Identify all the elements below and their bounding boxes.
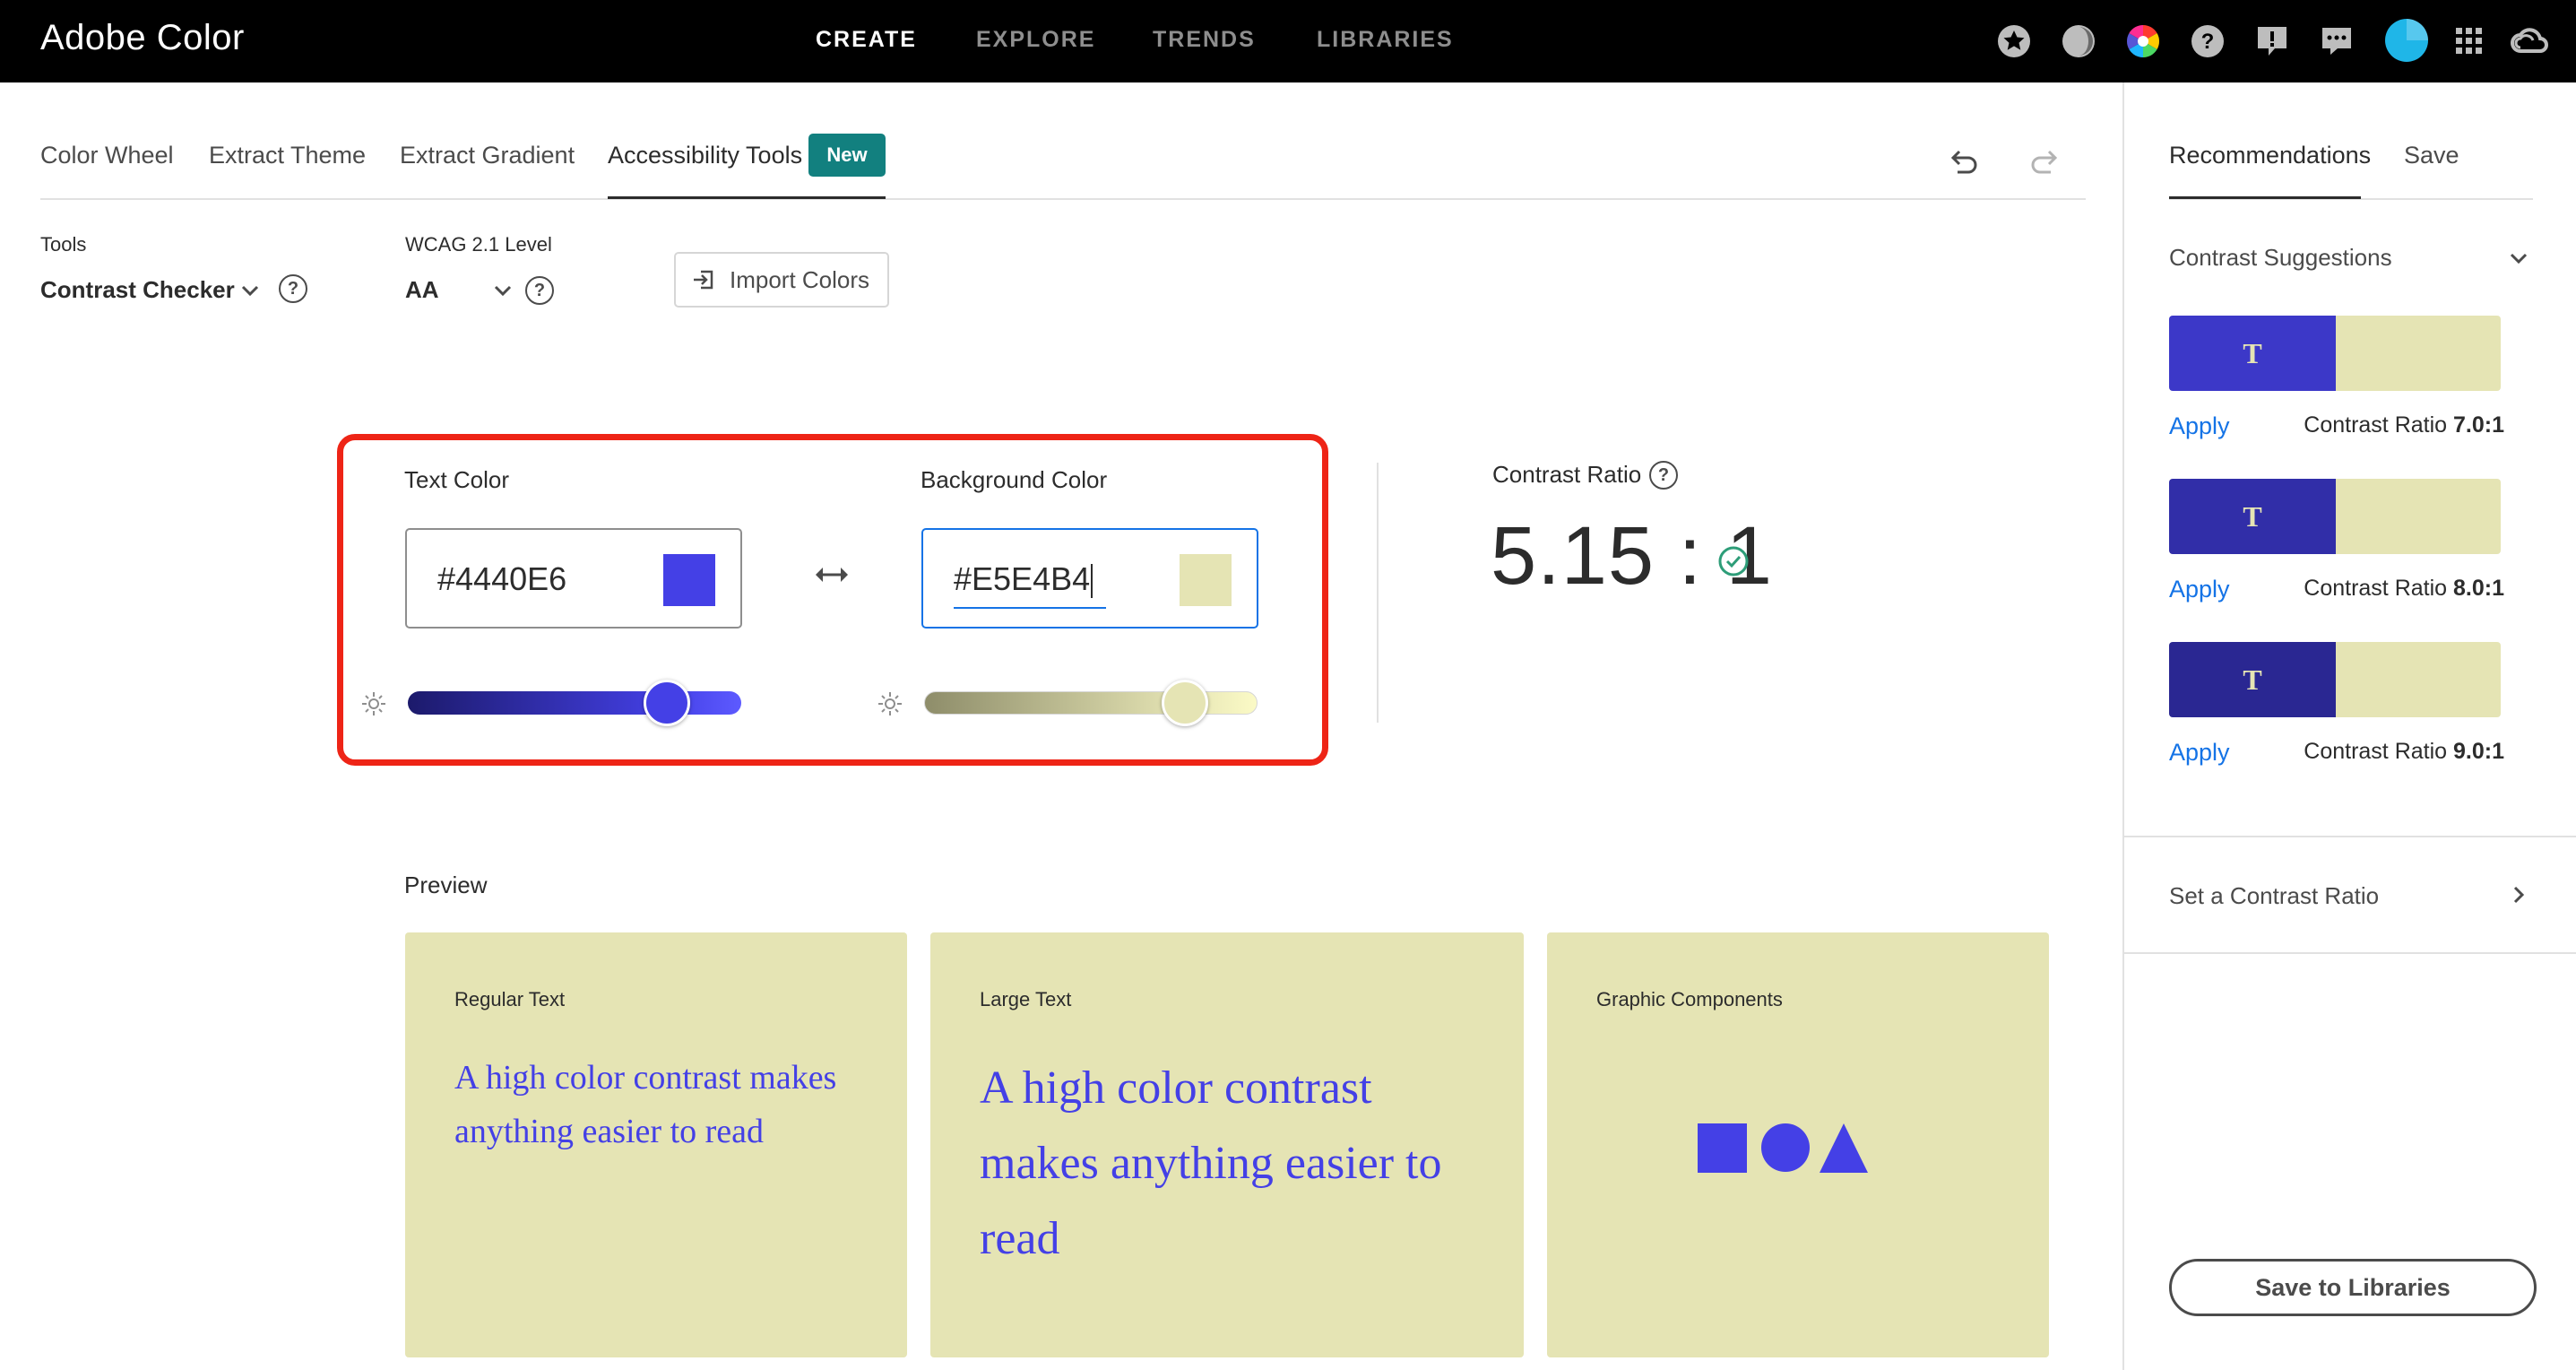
undo-icon[interactable]: [1945, 145, 1981, 181]
suggestion-swatch[interactable]: T: [2169, 316, 2501, 391]
nav-create[interactable]: CREATE: [816, 27, 917, 53]
suggestion-ratio: Contrast Ratio 9.0:1: [2304, 739, 2504, 764]
right-panel-border: [2122, 82, 2124, 1370]
apps-grid-icon[interactable]: [2451, 22, 2488, 60]
background-color-input[interactable]: #E5E4B4: [954, 560, 1094, 599]
app-root: Adobe Color CREATE EXPLORE TRENDS LIBRAR…: [0, 0, 2576, 1370]
top-bar: Adobe Color CREATE EXPLORE TRENDS LIBRAR…: [0, 0, 2576, 82]
check-circle-icon: [1718, 546, 1749, 577]
color-wheel-icon[interactable]: [2124, 22, 2162, 60]
chevron-down-icon[interactable]: [238, 279, 262, 302]
creative-cloud-icon[interactable]: [2508, 22, 2551, 60]
alert-icon[interactable]: [2253, 22, 2291, 60]
suggestion-ratio: Contrast Ratio 8.0:1: [2304, 576, 2504, 601]
text-brightness-slider[interactable]: [408, 691, 741, 715]
tools-help-icon[interactable]: ?: [279, 274, 307, 303]
input-underline: [954, 607, 1106, 609]
tab-color-wheel[interactable]: Color Wheel: [40, 142, 174, 169]
chevron-right-icon[interactable]: [2506, 882, 2531, 907]
suggestion-swatch[interactable]: T: [2169, 479, 2501, 554]
wcag-help-icon[interactable]: ?: [525, 276, 554, 305]
triangle-shape: [1820, 1123, 1868, 1173]
brightness-icon: [362, 692, 385, 715]
brightness-icon: [878, 692, 902, 715]
background-color-swatch[interactable]: [1180, 554, 1232, 606]
preview-card-regular: Regular Text A high color contrast makes…: [405, 932, 907, 1357]
suggestion-text-color: T: [2169, 642, 2336, 717]
vertical-divider: [1377, 463, 1379, 723]
tools-label: Tools: [40, 233, 87, 256]
moon-icon[interactable]: [2060, 22, 2097, 60]
new-badge: New: [808, 134, 886, 177]
save-to-libraries-button[interactable]: Save to Libraries: [2169, 1259, 2537, 1316]
help-icon[interactable]: ?: [2189, 22, 2226, 60]
preview-label: Preview: [404, 871, 488, 898]
avatar-icon[interactable]: [2384, 18, 2429, 63]
wcag-label: WCAG 2.1 Level: [405, 233, 552, 256]
preview-card-large: Large Text A high color contrast makes a…: [930, 932, 1524, 1357]
regular-text-sample: A high color contrast makes anything eas…: [454, 1059, 837, 1150]
text-color-swatch[interactable]: [663, 554, 715, 606]
square-shape: [1698, 1123, 1747, 1173]
tab-accessibility-tools[interactable]: Accessibility Tools: [608, 142, 802, 169]
tools-select[interactable]: Contrast Checker: [40, 276, 235, 304]
contrast-suggestions-header[interactable]: Contrast Suggestions: [2169, 244, 2392, 272]
tabs-divider: [40, 198, 2086, 200]
chevron-down-icon[interactable]: [491, 279, 514, 302]
suggestion-bg-color: [2336, 642, 2501, 717]
background-brightness-thumb[interactable]: [1162, 680, 1208, 726]
tab-recommendations[interactable]: Recommendations: [2169, 142, 2371, 169]
preview-card-graphic: Graphic Components: [1547, 932, 2049, 1357]
suggestion-ratio: Contrast Ratio 7.0:1: [2304, 412, 2504, 438]
wcag-select[interactable]: AA: [405, 276, 439, 304]
graphic-shapes: [1698, 1123, 1868, 1173]
card-title: Regular Text: [454, 988, 566, 1010]
redo-icon[interactable]: [2027, 145, 2063, 181]
suggestion-text-color: T: [2169, 316, 2336, 391]
right-active-tab-indicator: [2169, 196, 2361, 199]
import-colors-label: Import Colors: [730, 265, 870, 293]
circle-shape: [1761, 1123, 1810, 1172]
svg-text:?: ?: [2201, 30, 2215, 54]
apply-button[interactable]: Apply: [2169, 576, 2230, 603]
suggestion-bg-color: [2336, 479, 2501, 554]
swap-colors-icon[interactable]: [810, 558, 853, 592]
suggestion-text-color: T: [2169, 479, 2336, 554]
panel-divider: [2124, 952, 2576, 954]
suggestion-bg-color: [2336, 316, 2501, 391]
tab-extract-gradient[interactable]: Extract Gradient: [400, 142, 575, 169]
nav-trends[interactable]: TRENDS: [1153, 27, 1256, 53]
contrast-help-icon[interactable]: ?: [1649, 461, 1678, 490]
nav-explore[interactable]: EXPLORE: [976, 27, 1095, 53]
tab-save[interactable]: Save: [2404, 142, 2459, 169]
active-tab-indicator: [608, 196, 886, 199]
large-text-sample: A high color contrast makes anything eas…: [980, 1062, 1442, 1264]
chevron-down-icon[interactable]: [2506, 246, 2531, 271]
panel-divider: [2124, 836, 2576, 837]
text-color-label: Text Color: [404, 466, 510, 493]
card-title: Graphic Components: [1596, 988, 1783, 1010]
nav-libraries[interactable]: LIBRARIES: [1317, 27, 1454, 53]
star-icon[interactable]: [1995, 22, 2033, 60]
text-color-field[interactable]: #4440E6: [405, 528, 742, 629]
text-color-input[interactable]: #4440E6: [437, 560, 566, 598]
card-title: Large Text: [980, 988, 1072, 1010]
tab-extract-theme[interactable]: Extract Theme: [209, 142, 366, 169]
import-colors-button[interactable]: Import Colors: [674, 252, 889, 308]
suggestion-swatch[interactable]: T: [2169, 642, 2501, 717]
app-title[interactable]: Adobe Color: [40, 18, 245, 58]
background-color-field[interactable]: #E5E4B4: [921, 528, 1258, 629]
chat-icon[interactable]: [2318, 22, 2356, 60]
set-contrast-ratio[interactable]: Set a Contrast Ratio: [2169, 882, 2379, 910]
import-icon: [694, 270, 713, 290]
text-brightness-thumb[interactable]: [644, 680, 690, 726]
contrast-ratio-label: Contrast Ratio: [1492, 461, 1642, 488]
apply-button[interactable]: Apply: [2169, 739, 2230, 767]
background-color-label: Background Color: [921, 466, 1108, 493]
apply-button[interactable]: Apply: [2169, 412, 2230, 440]
